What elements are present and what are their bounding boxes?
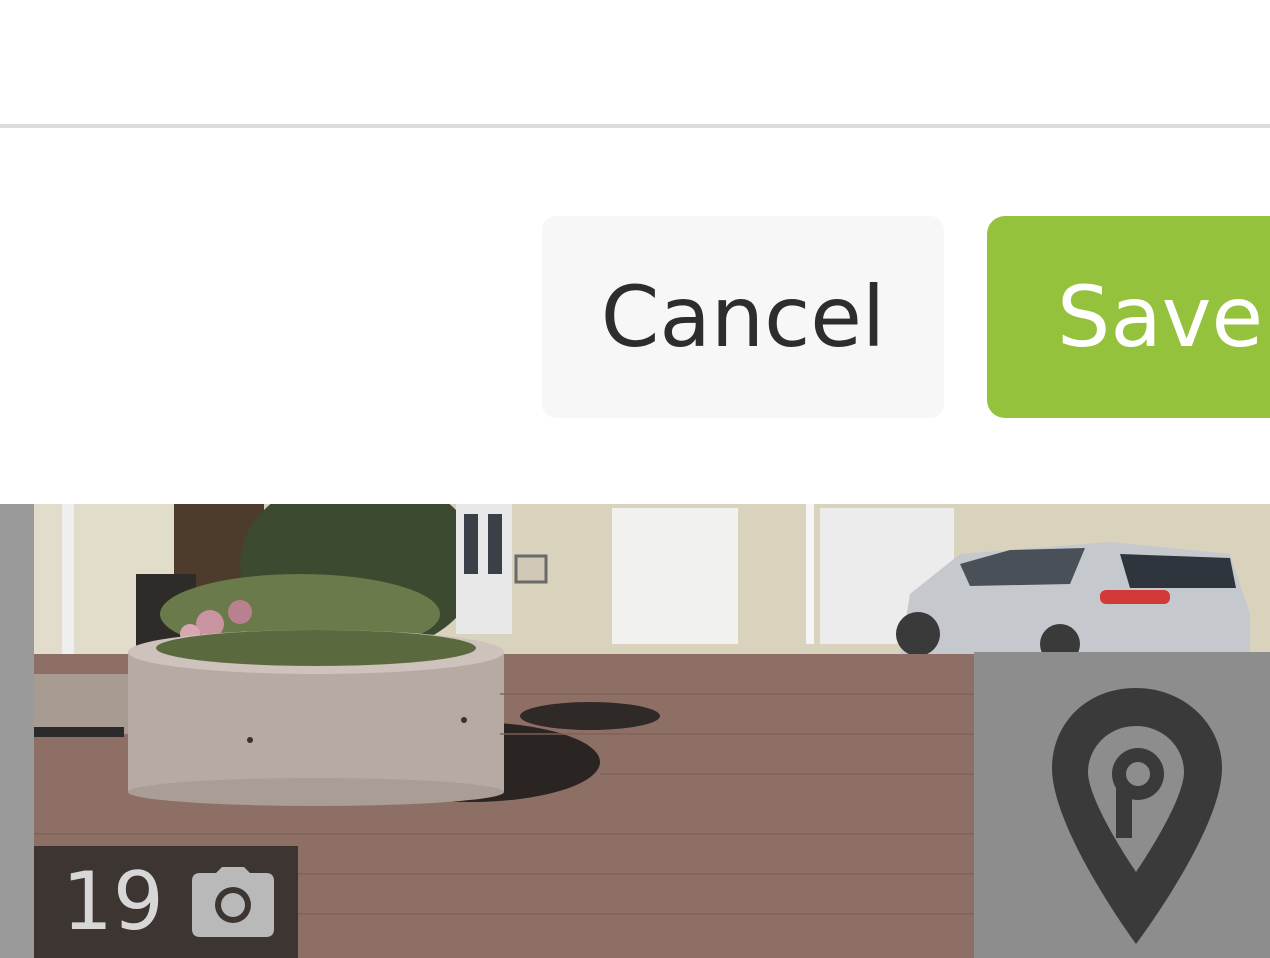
- cancel-button[interactable]: Cancel: [542, 216, 944, 418]
- map-pin-icon: [1052, 688, 1222, 944]
- save-search-button[interactable]: Save S: [987, 216, 1270, 418]
- action-bar: Cancel Save S: [0, 128, 1270, 504]
- listing-photo[interactable]: 19: [0, 504, 1270, 958]
- photo-count-badge[interactable]: 19: [34, 846, 298, 958]
- map-view-button[interactable]: [974, 652, 1270, 958]
- photo-count: 19: [62, 855, 164, 948]
- camera-icon: [191, 867, 274, 937]
- header-area: [0, 0, 1270, 124]
